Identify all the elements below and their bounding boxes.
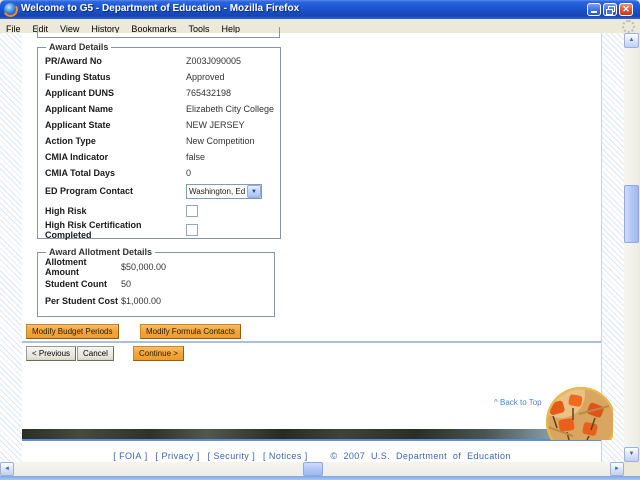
field-label: Action Type [45,136,96,146]
restore-button[interactable] [603,3,617,16]
high-risk-certification-completed-checkbox[interactable] [186,223,198,236]
award-allotment-fieldset: Award Allotment Details Allotment Amount… [37,247,275,317]
field-value: $1,000.00 [121,295,162,306]
minimize-button[interactable] [587,3,601,16]
classroom-chairs-photo [546,387,613,440]
field-label: Student Count [45,278,107,289]
selected-option-label: Washington, Ed [189,186,246,196]
scroll-down-button[interactable]: ▼ [624,447,639,462]
ed-program-contact-select[interactable]: Washington, Ed ▼ [186,183,262,199]
footer-bracket: ] [144,451,148,461]
page-content: Award Details PR/Award No Z003J090005 Fund… [22,27,602,462]
high-risk-checkbox[interactable] [186,204,198,217]
field-row-high-risk: High Risk [45,201,274,220]
field-label: Applicant Name [45,104,114,114]
field-value: 50 [121,278,132,289]
footer-bracket: [ [263,451,266,461]
field-value: New Competition [186,136,255,146]
field-label: High Risk [45,205,87,216]
scroll-up-button[interactable]: ▲ [624,33,639,48]
field-label: Allotment Amount [45,256,87,277]
field-row-applicant-duns: Applicant DUNS 765432198 [45,85,274,101]
back-to-top-link[interactable]: ^ Back to Top [494,398,542,407]
field-row-action-type: Action Type New Competition [45,133,274,149]
field-label: CMIA Indicator [45,152,109,162]
award-allotment-legend: Award Allotment Details [49,247,153,257]
footer-link-foia[interactable]: FOIA [119,451,142,461]
field-value: 765432198 [186,88,232,98]
modify-budget-periods-button[interactable]: Modify Budget Periods [26,324,119,339]
field-row-student-count: Student Count 50 [45,275,268,292]
field-row-allotment-amount: Allotment Amount $50,000.00 [45,256,268,277]
vertical-scroll-thumb[interactable] [624,185,639,243]
scroll-left-button[interactable]: ◄ [0,462,14,476]
continue-button[interactable]: Continue > [133,346,184,361]
field-row-high-risk-certification-completed: High Risk Certification Completed [45,219,274,240]
field-row-per-student-cost: Per Student Cost $1,000.00 [45,292,268,309]
horizontal-scrollbar[interactable]: ◄ ► [0,462,624,476]
footer-bracket: ] [304,451,308,461]
footer-bracket: ] [196,451,200,461]
cancel-button[interactable]: Cancel [77,346,114,361]
previous-button[interactable]: < Previous [26,346,77,361]
scrollbar-corner [624,462,640,476]
award-details-fieldset: Award Details PR/Award No Z003J090005 Fund… [37,42,282,240]
section-divider [22,341,601,343]
field-row-cmia-total-days: CMIA Total Days 0 [45,165,274,181]
field-row-ed-program-contact: ED Program Contact Washington, Ed ▼ [45,181,274,201]
previous-section-box [37,27,280,38]
close-button[interactable]: ✕ [619,3,633,16]
field-label: Applicant State [45,120,111,130]
footer-link-privacy[interactable]: Privacy [161,451,193,461]
field-label: PR/Award No [45,56,102,66]
field-row-applicant-state: Applicant State NEW JERSEY [45,117,274,133]
field-label: CMIA Total Days [45,168,116,178]
field-row-funding-status: Funding Status Approved [45,69,274,85]
window-bottom-border [0,476,640,480]
field-label: Per Student Cost [45,295,119,306]
decorative-metal-bar [22,429,601,441]
browser-window: Welcome to G5 - Department of Education … [0,0,640,480]
footer-bracket: [ [155,451,159,461]
footer-link-notices[interactable]: Notices [269,451,302,461]
field-value: NEW JERSEY [186,120,245,130]
award-details-legend: Award Details [49,42,109,52]
footer-link-security[interactable]: Security [213,451,249,461]
field-label: Applicant DUNS [45,88,115,98]
footer-bracket: [ [113,451,117,461]
copyright-text: © 2007 U.S. Department of Education [330,451,511,461]
title-bar[interactable]: Welcome to G5 - Department of Education … [0,0,640,19]
page-viewport: Award Details PR/Award No Z003J090005 Fund… [0,27,624,462]
firefox-icon [4,3,17,16]
throbber-icon [622,20,635,33]
field-row-pr-award-no: PR/Award No Z003J090005 [45,53,274,69]
scroll-right-button[interactable]: ► [610,462,624,476]
vertical-scrollbar[interactable]: ▲ ▼ [624,33,639,462]
field-label: Funding Status [45,72,111,82]
field-row-cmia-indicator: CMIA Indicator false [45,149,274,165]
field-label: ED Program Contact [45,186,134,196]
page-footer: [FOIA] [Privacy] [Security] [Notices] © … [22,451,601,461]
modify-formula-contacts-button[interactable]: Modify Formula Contacts [140,324,241,339]
horizontal-scroll-thumb[interactable] [303,462,323,476]
footer-bracket: [ [207,451,211,461]
field-value: false [186,152,206,162]
field-value: Approved [186,72,225,82]
footer-bracket: ] [252,451,256,461]
field-value: $50,000.00 [121,261,167,272]
field-row-applicant-name: Applicant Name Elizabeth City College [45,101,274,117]
window-title: Welcome to G5 - Department of Education … [21,3,300,14]
field-value: Z003J090005 [186,56,242,66]
chevron-down-icon[interactable]: ▼ [247,184,261,198]
field-value: 0 [186,168,192,178]
field-label: High Risk Certification Completed [45,219,142,240]
field-value: Elizabeth City College [186,104,275,114]
